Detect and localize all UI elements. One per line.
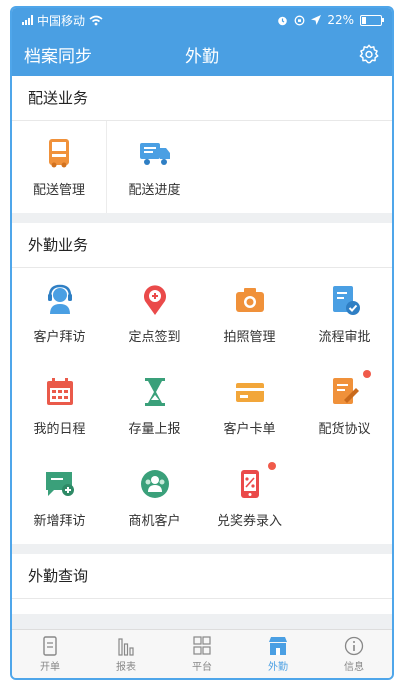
tab-field[interactable]: 外勤 (240, 630, 316, 678)
item-label: 我的日程 (33, 421, 86, 437)
section-title: 配送业务 (12, 76, 392, 121)
approval-doc-icon (332, 285, 360, 315)
item-label: 新增拜访 (33, 513, 86, 529)
tab-label: 平台 (192, 661, 212, 673)
grid-icon (193, 635, 211, 655)
query-section: 外勤查询 (12, 554, 392, 614)
business-customer-item[interactable]: 商机客户 (107, 452, 202, 544)
field-section: 外勤业务 客户拜访 定点签到 拍照管理 流程审批 我的日程 存量上报 客户卡单 … (12, 223, 392, 544)
hourglass-icon (144, 377, 165, 406)
section-title: 外勤业务 (12, 223, 392, 268)
item-label: 拍照管理 (223, 329, 276, 345)
item-label: 定点签到 (128, 329, 181, 345)
item-label: 配货协议 (318, 421, 371, 437)
item-label: 流程审批 (318, 329, 371, 345)
bar-chart-icon (118, 637, 134, 656)
alarm-icon (278, 16, 288, 25)
document-icon (43, 635, 57, 656)
chat-add-icon (45, 471, 74, 496)
agreement-edit-icon (332, 377, 359, 404)
phone-voucher-icon (240, 469, 259, 498)
tab-label: 开单 (40, 661, 60, 673)
item-label: 商机客户 (128, 513, 181, 529)
location-pin-icon (143, 284, 166, 315)
tab-platform[interactable]: 平台 (164, 630, 240, 678)
tab-label: 外勤 (268, 661, 288, 673)
item-label: 客户卡单 (223, 421, 276, 437)
location-arrow-icon (311, 15, 322, 25)
item-label: 客户拜访 (33, 329, 86, 345)
nav-bar: 档案同步 外勤 (12, 32, 392, 76)
delivery-truck-icon (49, 138, 69, 167)
notification-dot (267, 461, 276, 470)
voucher-entry-item[interactable]: 兑奖券录入 (202, 452, 297, 544)
customer-visit-item[interactable]: 客户拜访 (12, 268, 107, 360)
delivery-section: 配送业务 配送管理 配送进度 (12, 76, 392, 213)
battery-percent: 22% (327, 13, 354, 27)
tab-report[interactable]: 报表 (88, 630, 164, 678)
tab-label: 报表 (116, 661, 136, 673)
card-icon (235, 382, 264, 402)
archive-sync-button[interactable]: 档案同步 (24, 42, 92, 67)
delivery-progress-item[interactable]: 配送进度 (107, 121, 202, 213)
item-label: 配送进度 (128, 182, 181, 198)
photo-manage-item[interactable]: 拍照管理 (202, 268, 297, 360)
rotation-lock-icon (294, 15, 305, 25)
battery-icon (360, 14, 384, 26)
carrier-label: 中国移动 (37, 13, 86, 28)
section-title: 外勤查询 (12, 554, 392, 599)
truck-progress-icon (139, 142, 170, 165)
status-bar: 中国移动 22% (12, 8, 392, 32)
distribution-agreement-item[interactable]: 配货协议 (297, 360, 392, 452)
tab-order[interactable]: 开单 (12, 630, 88, 678)
approval-item[interactable]: 流程审批 (297, 268, 392, 360)
my-schedule-item[interactable]: 我的日程 (12, 360, 107, 452)
tab-bar: 开单 报表 平台 外勤 信息 (12, 629, 392, 678)
item-label: 兑奖券录入 (216, 513, 282, 529)
notification-dot (362, 369, 371, 378)
customer-card-item[interactable]: 客户卡单 (202, 360, 297, 452)
wifi-icon (89, 15, 103, 25)
item-label: 存量上报 (128, 421, 181, 437)
gear-icon[interactable] (358, 43, 380, 65)
signal-icon (22, 15, 33, 25)
calendar-icon (46, 377, 73, 405)
customer-headset-icon (47, 284, 72, 314)
tab-info[interactable]: 信息 (316, 630, 392, 678)
tab-label: 信息 (344, 661, 364, 673)
store-icon (269, 636, 287, 655)
camera-icon (235, 287, 264, 312)
new-visit-item[interactable]: 新增拜访 (12, 452, 107, 544)
group-icon (140, 469, 169, 498)
app-window: 中国移动 22% 档案同步 外勤 配送业务 配送管理 配送进度 外勤业务 客户拜… (10, 6, 394, 680)
item-label: 配送管理 (32, 182, 85, 198)
delivery-manage-item[interactable]: 配送管理 (12, 121, 107, 213)
stock-report-item[interactable]: 存量上报 (107, 360, 202, 452)
checkin-item[interactable]: 定点签到 (107, 268, 202, 360)
info-icon (344, 636, 364, 655)
